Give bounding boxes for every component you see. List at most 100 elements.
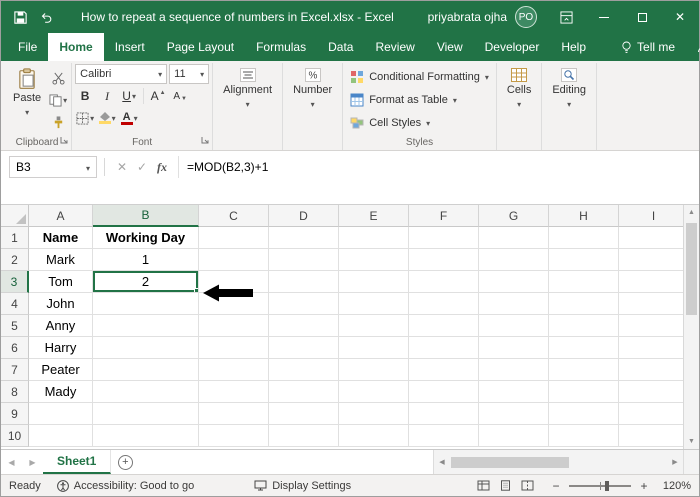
- increase-font-size-button[interactable]: A: [148, 86, 168, 106]
- font-name-select[interactable]: Calibri: [75, 64, 168, 84]
- alignment-button[interactable]: Alignment: [216, 64, 279, 150]
- sheet-tab-sheet1[interactable]: Sheet1: [43, 450, 112, 474]
- close-button[interactable]: ✕: [661, 1, 699, 33]
- tell-me-button[interactable]: Tell me: [611, 33, 685, 61]
- column-header-F[interactable]: F: [409, 205, 479, 227]
- cell-D8[interactable]: [269, 381, 339, 403]
- save-button[interactable]: [7, 4, 33, 30]
- column-header-A[interactable]: A: [29, 205, 93, 227]
- horizontal-scrollbar[interactable]: [433, 450, 683, 474]
- cell-G8[interactable]: [479, 381, 549, 403]
- cell-I8[interactable]: [619, 381, 683, 403]
- cell-G7[interactable]: [479, 359, 549, 381]
- display-settings-button[interactable]: Display Settings: [254, 480, 351, 492]
- share-button[interactable]: Share: [685, 33, 700, 61]
- cell-D10[interactable]: [269, 425, 339, 447]
- cell-D7[interactable]: [269, 359, 339, 381]
- row-header-3[interactable]: 3: [1, 271, 29, 293]
- cell-I2[interactable]: [619, 249, 683, 271]
- row-header-7[interactable]: 7: [1, 359, 29, 381]
- minimize-button[interactable]: [585, 1, 623, 33]
- vertical-scrollbar-thumb[interactable]: [686, 223, 697, 315]
- cell-C1[interactable]: [199, 227, 269, 249]
- cell-A6[interactable]: Harry: [29, 337, 93, 359]
- cell-B2[interactable]: 1: [93, 249, 199, 271]
- cell-A1[interactable]: Name: [29, 227, 93, 249]
- cell-D1[interactable]: [269, 227, 339, 249]
- zoom-in-button[interactable]: +: [637, 479, 651, 493]
- previous-sheet-icon[interactable]: [1, 450, 22, 474]
- cell-E7[interactable]: [339, 359, 409, 381]
- cell-H8[interactable]: [549, 381, 619, 403]
- cell-G10[interactable]: [479, 425, 549, 447]
- cell-G5[interactable]: [479, 315, 549, 337]
- name-box[interactable]: B3: [9, 156, 97, 178]
- scroll-up-icon[interactable]: [684, 205, 700, 220]
- user-avatar[interactable]: PO: [515, 6, 537, 28]
- tab-page-layout[interactable]: Page Layout: [156, 33, 245, 61]
- normal-view-button[interactable]: [473, 477, 493, 495]
- cell-H1[interactable]: [549, 227, 619, 249]
- undo-button[interactable]: [33, 4, 59, 30]
- cell-E3[interactable]: [339, 271, 409, 293]
- cell-I1[interactable]: [619, 227, 683, 249]
- tab-help[interactable]: Help: [550, 33, 597, 61]
- borders-button[interactable]: [75, 108, 95, 128]
- cell-H10[interactable]: [549, 425, 619, 447]
- column-header-I[interactable]: I: [619, 205, 683, 227]
- cell-E4[interactable]: [339, 293, 409, 315]
- vertical-scrollbar[interactable]: [683, 205, 699, 449]
- cell-B1[interactable]: Working Day: [93, 227, 199, 249]
- cell-A9[interactable]: [29, 403, 93, 425]
- cell-D2[interactable]: [269, 249, 339, 271]
- tab-home[interactable]: Home: [48, 33, 104, 61]
- cell-G2[interactable]: [479, 249, 549, 271]
- zoom-level[interactable]: 120%: [657, 480, 691, 492]
- font-size-select[interactable]: 11: [169, 64, 210, 84]
- row-header-5[interactable]: 5: [1, 315, 29, 337]
- cell-A5[interactable]: Anny: [29, 315, 93, 337]
- cell-C8[interactable]: [199, 381, 269, 403]
- cell-H7[interactable]: [549, 359, 619, 381]
- tab-file[interactable]: File: [7, 33, 48, 61]
- ribbon-display-options-button[interactable]: [547, 1, 585, 33]
- cell-I9[interactable]: [619, 403, 683, 425]
- zoom-slider-thumb[interactable]: [604, 480, 609, 491]
- cell-H5[interactable]: [549, 315, 619, 337]
- cell-B5[interactable]: [93, 315, 199, 337]
- cell-D9[interactable]: [269, 403, 339, 425]
- row-header-8[interactable]: 8: [1, 381, 29, 403]
- conditional-formatting-button[interactable]: Conditional Formatting: [346, 66, 493, 88]
- cell-D5[interactable]: [269, 315, 339, 337]
- zoom-slider[interactable]: [569, 480, 631, 491]
- row-header-2[interactable]: 2: [1, 249, 29, 271]
- column-header-G[interactable]: G: [479, 205, 549, 227]
- underline-button[interactable]: U: [119, 86, 139, 106]
- cell-G6[interactable]: [479, 337, 549, 359]
- number-format-button[interactable]: % Number: [286, 64, 339, 150]
- row-header-10[interactable]: 10: [1, 425, 29, 447]
- tab-insert[interactable]: Insert: [104, 33, 156, 61]
- cell-C2[interactable]: [199, 249, 269, 271]
- decrease-font-size-button[interactable]: A: [170, 86, 190, 106]
- cell-B6[interactable]: [93, 337, 199, 359]
- select-all-corner[interactable]: [1, 205, 29, 227]
- scroll-left-icon[interactable]: [434, 455, 450, 470]
- cell-E6[interactable]: [339, 337, 409, 359]
- column-header-E[interactable]: E: [339, 205, 409, 227]
- column-header-C[interactable]: C: [199, 205, 269, 227]
- cell-G1[interactable]: [479, 227, 549, 249]
- cell-A2[interactable]: Mark: [29, 249, 93, 271]
- cell-I10[interactable]: [619, 425, 683, 447]
- cell-E10[interactable]: [339, 425, 409, 447]
- cell-I5[interactable]: [619, 315, 683, 337]
- cell-F4[interactable]: [409, 293, 479, 315]
- cell-H2[interactable]: [549, 249, 619, 271]
- insert-function-button[interactable]: fx: [152, 157, 172, 177]
- cell-D3[interactable]: [269, 271, 339, 293]
- row-header-9[interactable]: 9: [1, 403, 29, 425]
- new-sheet-button[interactable]: +: [111, 450, 139, 474]
- cell-E8[interactable]: [339, 381, 409, 403]
- cell-F9[interactable]: [409, 403, 479, 425]
- cell-A8[interactable]: Mady: [29, 381, 93, 403]
